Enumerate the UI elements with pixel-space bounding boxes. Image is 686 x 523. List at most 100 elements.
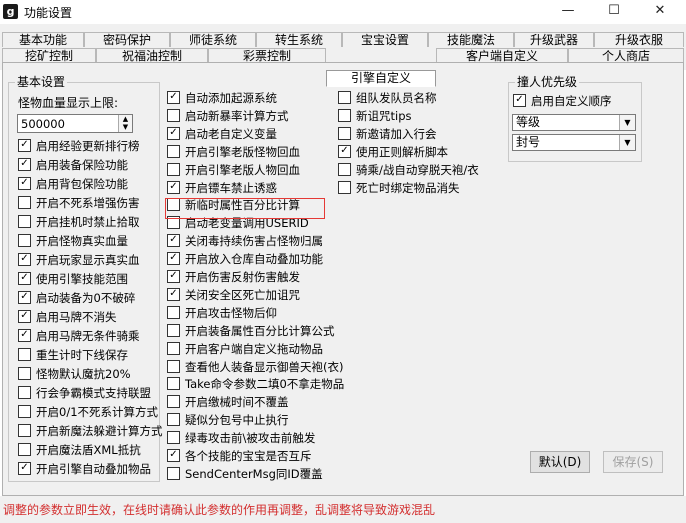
basic-option-1[interactable]: ✓ 启用装备保险功能 xyxy=(18,157,128,174)
checkbox-unchecked-icon[interactable] xyxy=(338,180,351,194)
engine-option-2[interactable]: ✓ 启动老自定义变量 xyxy=(167,126,277,143)
basic-option-13[interactable]: 行会争霸模式支持联盟 xyxy=(18,385,151,402)
checkbox-unchecked-icon[interactable] xyxy=(167,108,180,122)
default-button[interactable]: 默认(D) xyxy=(530,451,590,473)
engine-option-8[interactable]: ✓ 关闭毒持续伤害占怪物归属 xyxy=(167,233,323,250)
basic-option-12[interactable]: 怪物默认魔抗20% xyxy=(18,366,131,383)
chevron-down-icon[interactable]: ▼ xyxy=(619,135,635,150)
engine-option-13[interactable]: 开启装备属性百分比计算公式 xyxy=(167,323,335,340)
checkbox-unchecked-icon[interactable] xyxy=(18,196,31,209)
checkbox-unchecked-icon[interactable] xyxy=(18,405,31,418)
misc-option-4[interactable]: 骑乘/战自动穿脱天袍/衣 xyxy=(338,162,479,179)
misc-option-1[interactable]: 新诅咒tips xyxy=(338,108,412,125)
basic-option-17[interactable]: ✓ 开启引擎自动叠加物品 xyxy=(18,461,151,478)
checkbox-checked-icon[interactable]: ✓ xyxy=(338,144,351,158)
engine-option-4[interactable]: 开启引擎老版人物回血 xyxy=(167,162,300,179)
tab-mining[interactable]: 挖矿控制 xyxy=(2,48,96,63)
checkbox-unchecked-icon[interactable] xyxy=(167,395,180,409)
checkbox-checked-icon[interactable]: ✓ xyxy=(18,139,31,152)
engine-option-20[interactable]: ✓ 各个技能的宝宝是否互斥 xyxy=(167,448,312,465)
basic-option-7[interactable]: ✓ 使用引擎技能范围 xyxy=(18,271,128,288)
checkbox-checked-icon[interactable]: ✓ xyxy=(167,252,180,266)
checkbox-checked-icon[interactable]: ✓ xyxy=(18,310,31,323)
basic-option-6[interactable]: ✓ 开启玩家显示真实血 xyxy=(18,252,140,269)
misc-option-2[interactable]: 新邀请加入行会 xyxy=(338,126,437,143)
checkbox-unchecked-icon[interactable] xyxy=(167,377,180,391)
checkbox-unchecked-icon[interactable] xyxy=(18,386,31,399)
checkbox-unchecked-icon[interactable] xyxy=(167,323,180,337)
misc-option-5[interactable]: 死亡时绑定物品消失 xyxy=(338,180,460,197)
checkbox-box[interactable]: ✓ xyxy=(513,94,526,107)
engine-option-9[interactable]: ✓ 开启放入仓库自动叠加功能 xyxy=(167,251,323,268)
checkbox-unchecked-icon[interactable] xyxy=(18,215,31,228)
checkbox-checked-icon[interactable]: ✓ xyxy=(167,180,180,194)
checkbox-unchecked-icon[interactable] xyxy=(167,341,180,355)
tab-personal-shop[interactable]: 个人商店 xyxy=(568,48,684,63)
checkbox-unchecked-icon[interactable] xyxy=(167,305,180,319)
close-button[interactable]: ✕ xyxy=(638,0,682,22)
engine-option-11[interactable]: ✓ 关闭安全区死亡加诅咒 xyxy=(167,287,300,304)
tab-lottery[interactable]: 彩票控制 xyxy=(208,48,326,63)
tab-armor[interactable]: 升级衣服 xyxy=(594,32,684,47)
basic-option-14[interactable]: 开启0/1不死系计算方式 xyxy=(18,404,158,421)
checkbox-checked-icon[interactable]: ✓ xyxy=(167,234,180,248)
tab-skill[interactable]: 技能魔法 xyxy=(428,32,514,47)
checkbox-checked-icon[interactable]: ✓ xyxy=(18,272,31,285)
checkbox-unchecked-icon[interactable] xyxy=(338,108,351,122)
basic-option-4[interactable]: 开启挂机时禁止拾取 xyxy=(18,214,140,231)
checkbox-checked-icon[interactable]: ✓ xyxy=(18,177,31,190)
basic-option-10[interactable]: ✓ 启用马牌无条件骑乘 xyxy=(18,328,140,345)
engine-option-18[interactable]: 疑似分包号中止执行 xyxy=(167,412,289,429)
tab-engine-custom[interactable]: 引擎自定义 xyxy=(326,70,436,87)
hp-limit-spinbox[interactable]: 500000 ▲ ▼ xyxy=(17,114,133,133)
basic-option-5[interactable]: 开启怪物真实血量 xyxy=(18,233,128,250)
checkbox-checked-icon[interactable]: ✓ xyxy=(18,253,31,266)
checkbox-unchecked-icon[interactable] xyxy=(18,424,31,437)
checkbox-unchecked-icon[interactable] xyxy=(338,126,351,140)
engine-option-3[interactable]: 开启引擎老版怪物回血 xyxy=(167,144,300,161)
basic-option-16[interactable]: 开启魔法盾XML抵抗 xyxy=(18,442,141,459)
engine-option-19[interactable]: 绿毒攻击前\被攻击前触发 xyxy=(167,430,315,447)
engine-option-16[interactable]: Take命令参数二填0不拿走物品 xyxy=(167,376,344,393)
spin-arrows[interactable]: ▲ ▼ xyxy=(118,115,132,132)
chevron-down-icon[interactable]: ▼ xyxy=(619,115,635,130)
checkbox-unchecked-icon[interactable] xyxy=(18,348,31,361)
checkbox-unchecked-icon[interactable] xyxy=(338,162,351,176)
checkbox-checked-icon[interactable]: ✓ xyxy=(18,158,31,171)
collision-order-select-2[interactable]: 封号 ▼ xyxy=(512,134,636,151)
checkbox-unchecked-icon[interactable] xyxy=(18,367,31,380)
checkbox-checked-icon[interactable]: ✓ xyxy=(167,91,180,104)
collision-enable-checkbox[interactable]: ✓ 启用自定义顺序 xyxy=(513,93,612,110)
checkbox-checked-icon[interactable]: ✓ xyxy=(167,270,180,283)
misc-option-0[interactable]: 组队发队员名称 xyxy=(338,90,437,107)
tab-basic[interactable]: 基本功能 xyxy=(2,32,84,47)
engine-option-10[interactable]: ✓ 开启伤害反射伤害触发 xyxy=(167,269,300,286)
collision-order-select-1[interactable]: 等级 ▼ xyxy=(512,114,636,131)
checkbox-unchecked-icon[interactable] xyxy=(167,359,180,373)
checkbox-checked-icon[interactable]: ✓ xyxy=(167,449,180,462)
checkbox-unchecked-icon[interactable] xyxy=(338,91,351,104)
tab-pet[interactable]: 宝宝设置 xyxy=(342,32,428,47)
engine-option-14[interactable]: 开启客户端自定义拖动物品 xyxy=(167,341,323,358)
checkbox-checked-icon[interactable]: ✓ xyxy=(18,462,31,475)
basic-option-11[interactable]: 重生计时下线保存 xyxy=(18,347,128,364)
basic-option-9[interactable]: ✓ 启用马牌不消失 xyxy=(18,309,117,326)
tab-rebirth[interactable]: 转生系统 xyxy=(256,32,342,47)
spin-down-icon[interactable]: ▼ xyxy=(119,123,132,131)
engine-option-21[interactable]: SendCenterMsg同ID覆盖 xyxy=(167,466,323,483)
checkbox-checked-icon[interactable]: ✓ xyxy=(18,329,31,342)
checkbox-unchecked-icon[interactable] xyxy=(18,443,31,456)
save-button[interactable]: 保存(S) xyxy=(603,451,663,473)
checkbox-unchecked-icon[interactable] xyxy=(167,413,180,427)
checkbox-checked-icon[interactable]: ✓ xyxy=(167,287,180,301)
engine-option-17[interactable]: 开启缴械时间不覆盖 xyxy=(167,394,289,411)
engine-option-0[interactable]: ✓ 自动添加起源系统 xyxy=(167,90,277,107)
engine-option-12[interactable]: 开启攻击怪物后仰 xyxy=(167,305,277,322)
basic-option-3[interactable]: 开启不死系增强伤害 xyxy=(18,195,140,212)
checkbox-unchecked-icon[interactable] xyxy=(18,234,31,247)
checkbox-checked-icon[interactable]: ✓ xyxy=(18,291,31,304)
engine-option-1[interactable]: 启动新暴率计算方式 xyxy=(167,108,289,125)
checkbox-unchecked-icon[interactable] xyxy=(167,144,180,158)
tab-client-custom[interactable]: 客户端自定义 xyxy=(436,48,568,63)
checkbox-checked-icon[interactable]: ✓ xyxy=(167,126,180,140)
